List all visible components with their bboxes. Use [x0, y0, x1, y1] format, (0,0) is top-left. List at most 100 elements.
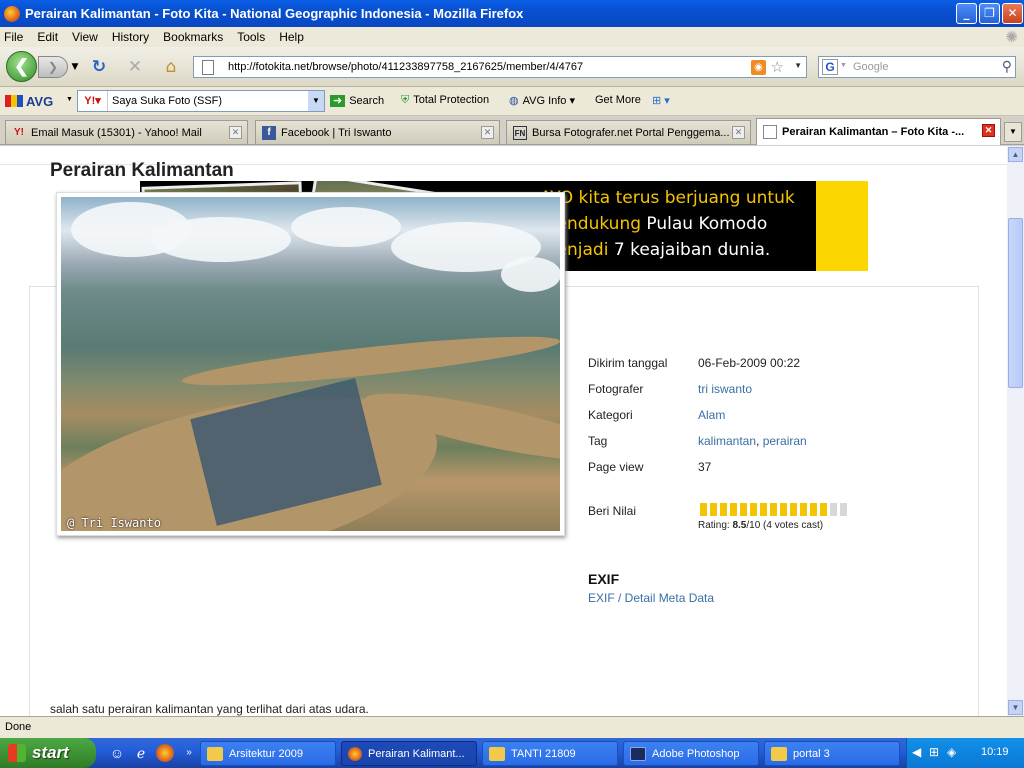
avg-toolbar: AVG ▼ Y!▾ Saya Suka Foto (SSF) ▼ ➜ Search… — [0, 87, 1024, 116]
rating-segment[interactable] — [840, 503, 847, 516]
home-icon[interactable]: ⌂ — [160, 56, 182, 78]
tab-facebook[interactable]: f Facebook | Tri Iswanto ✕ — [255, 120, 500, 144]
windows-icon[interactable]: ⊞ ▾ — [652, 94, 670, 107]
history-dropdown-icon[interactable]: ▼ — [64, 56, 86, 78]
photo-frame[interactable]: @ Tri Iswanto — [56, 192, 565, 536]
photo-caption: salah satu perairan kalimantan yang terl… — [50, 702, 369, 716]
avg-search-button[interactable]: ➜ Search — [330, 94, 384, 107]
tab-list-dropdown-icon[interactable]: ▼ — [1004, 122, 1022, 142]
rating-segment[interactable] — [770, 503, 777, 516]
close-button[interactable]: ✕ — [1002, 3, 1023, 24]
rating-segment[interactable] — [750, 503, 757, 516]
rating-segment[interactable] — [800, 503, 807, 516]
rss-icon[interactable]: ◉ — [751, 60, 766, 75]
rating-value: 8.5 — [732, 520, 747, 531]
scroll-down-icon[interactable]: ▼ — [1008, 700, 1023, 715]
rating-segment[interactable] — [710, 503, 717, 516]
tab-close-icon[interactable]: ✕ — [481, 126, 494, 139]
photo-watermark: @ Tri Iswanto — [67, 516, 161, 530]
tab-perairan-kalimantan[interactable]: Perairan Kalimantan – Foto Kita -... ✕ — [756, 118, 1001, 145]
tab-yahoo-mail[interactable]: Y! Email Masuk (15301) - Yahoo! Mail ✕ — [5, 120, 248, 144]
menu-help[interactable]: Help — [279, 30, 304, 44]
google-engine-icon[interactable]: G — [822, 59, 838, 75]
start-button[interactable]: start — [0, 738, 96, 768]
tag-separator: , — [756, 434, 763, 448]
kategori-link[interactable]: Alam — [698, 408, 725, 422]
taskbar-item-photoshop[interactable]: Adobe Photoshop — [623, 741, 759, 766]
yahoo-icon: Y! — [14, 126, 24, 138]
taskbar-label: TANTI 21809 — [511, 747, 576, 760]
url-dropdown-icon[interactable]: ▼ — [794, 61, 802, 70]
tab-close-icon[interactable]: ✕ — [229, 126, 242, 139]
search-icon[interactable]: ⚲ — [1002, 58, 1012, 75]
avg-info-button[interactable]: ◍ AVG Info ▾ — [509, 94, 575, 107]
search-input[interactable]: G ▼ Google ⚲ — [818, 56, 1016, 78]
tab-label: Perairan Kalimantan – Foto Kita -... — [782, 126, 965, 138]
system-tray: ◀ ⊞ ◈ 10:19 — [906, 738, 1024, 768]
avg-dropdown-icon[interactable]: ▼ — [66, 96, 73, 103]
bookmark-star-icon[interactable]: ☆ — [771, 58, 784, 76]
taskbar-item-firefox[interactable]: Perairan Kalimant... — [341, 741, 477, 766]
minimize-button[interactable]: _ — [956, 3, 977, 24]
scroll-up-icon[interactable]: ▲ — [1008, 147, 1023, 162]
messenger-icon[interactable]: ☺ — [108, 744, 126, 762]
total-protection-button[interactable]: ⛨ Total Protection — [401, 94, 489, 107]
cloud-shape — [291, 207, 401, 247]
rating-segment[interactable] — [760, 503, 767, 516]
cloud-shape — [151, 217, 291, 262]
fotografer-link[interactable]: tri iswanto — [698, 382, 752, 396]
rating-bar[interactable] — [700, 503, 850, 516]
get-more-button[interactable]: Get More — [595, 94, 641, 106]
taskbar-item-tanti[interactable]: TANTI 21809 — [482, 741, 618, 766]
avg-search-label: Search — [349, 95, 385, 107]
status-bar: Done — [0, 716, 1024, 738]
firefox-icon — [348, 746, 362, 761]
taskbar-label: Arsitektur 2009 — [229, 747, 303, 760]
tray-arrow-icon[interactable]: ◀ — [912, 745, 921, 759]
chevron-down-icon[interactable]: ▼ — [308, 91, 324, 111]
scroll-thumb[interactable] — [1008, 218, 1023, 388]
rating-segment[interactable] — [820, 503, 827, 516]
vertical-scrollbar[interactable]: ▲ ▼ — [1007, 146, 1024, 716]
maximize-button[interactable]: ❐ — [979, 3, 1000, 24]
taskbar-label: Perairan Kalimant... — [368, 747, 465, 760]
rating-segment[interactable] — [740, 503, 747, 516]
firefox-quicklaunch-icon[interactable] — [156, 744, 174, 762]
quicklaunch-expand-icon[interactable]: » — [180, 744, 198, 762]
taskbar-item-portal[interactable]: portal 3 — [764, 741, 900, 766]
rating-segment[interactable] — [810, 503, 817, 516]
tab-close-icon[interactable]: ✕ — [732, 126, 745, 139]
network-icon[interactable]: ⊞ — [929, 745, 939, 759]
rating-segment[interactable] — [720, 503, 727, 516]
reload-icon[interactable]: ↻ — [88, 56, 110, 78]
menu-history[interactable]: History — [112, 30, 149, 44]
address-bar[interactable]: http://fotokita.net/browse/photo/4112338… — [193, 56, 807, 78]
globe-icon: ◍ — [509, 95, 519, 107]
tag-link-kalimantan[interactable]: kalimantan — [698, 434, 756, 448]
menu-view[interactable]: View — [72, 30, 98, 44]
tab-close-icon[interactable]: ✕ — [982, 124, 995, 137]
exif-link[interactable]: EXIF / Detail Meta Data — [588, 591, 714, 605]
tag-link-perairan[interactable]: perairan — [763, 434, 807, 448]
taskbar-item-arsitektur[interactable]: Arsitektur 2009 — [200, 741, 336, 766]
back-button[interactable]: ❮ — [6, 51, 37, 82]
menu-file[interactable]: File — [4, 30, 23, 44]
tab-fotografer-net[interactable]: FN Bursa Fotografer.net Portal Penggema.… — [506, 120, 751, 144]
engine-dropdown-icon[interactable]: ▼ — [840, 62, 847, 69]
avg-logo[interactable]: AVG — [5, 94, 53, 109]
avg-tray-icon[interactable]: ◈ — [947, 745, 956, 759]
shield-icon: ⛨ — [401, 94, 410, 106]
yahoo-select[interactable]: Y!▾ Saya Suka Foto (SSF) ▼ — [77, 90, 325, 112]
rating-segment[interactable] — [700, 503, 707, 516]
ie-icon[interactable]: ℯ — [132, 744, 150, 762]
rating-segment[interactable] — [790, 503, 797, 516]
menu-tools[interactable]: Tools — [237, 30, 265, 44]
menu-bookmarks[interactable]: Bookmarks — [163, 30, 223, 44]
rating-segment[interactable] — [780, 503, 787, 516]
stop-icon[interactable]: ✕ — [124, 56, 146, 78]
rating-segment[interactable] — [730, 503, 737, 516]
rating-segment[interactable] — [830, 503, 837, 516]
menu-edit[interactable]: Edit — [37, 30, 58, 44]
rating-suffix: /10 (4 votes cast) — [746, 520, 824, 531]
beri-nilai-label: Beri Nilai — [588, 504, 637, 518]
